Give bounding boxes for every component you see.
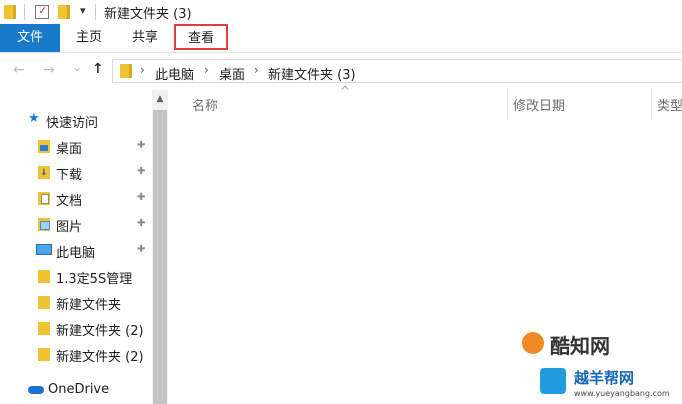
- nav-label: 1.3定5S管理: [56, 272, 133, 287]
- sort-ascending-icon: ^: [340, 84, 351, 98]
- download-folder-icon: ↓: [38, 166, 50, 179]
- pin-icon[interactable]: ✚: [137, 166, 145, 177]
- window-title: 新建文件夹 (3): [104, 7, 192, 22]
- nav-label: 新建文件夹: [56, 298, 122, 313]
- navigation-pane: ★ 快速访问 桌面 ✚ ↓ 下载 ✚ 文档 ✚ 图片 ✚ 此电脑 ✚ 1.3定5…: [0, 90, 168, 404]
- column-header-name[interactable]: 名称: [192, 95, 218, 114]
- nav-label: 新建文件夹 (2): [56, 350, 144, 365]
- title-bar: ✓ ▾ 新建文件夹 (3): [0, 0, 682, 24]
- watermark-url: www.yueyangbang.com: [574, 389, 670, 398]
- star-icon: ★: [28, 111, 40, 126]
- breadcrumb-current-folder[interactable]: 新建文件夹 (3): [268, 64, 356, 83]
- separator: [24, 4, 25, 20]
- desktop-folder-icon: [38, 140, 50, 153]
- folder-icon: [38, 270, 50, 283]
- nav-item-documents[interactable]: 文档 ✚: [0, 186, 150, 210]
- folder-icon: [4, 5, 16, 19]
- properties-icon[interactable]: ✓: [35, 4, 49, 19]
- breadcrumb-separator: ›: [140, 63, 145, 77]
- nav-item-folder[interactable]: 1.3定5S管理: [0, 264, 150, 288]
- logo-icon: [522, 332, 544, 354]
- column-divider[interactable]: [507, 90, 508, 118]
- back-button[interactable]: ←: [13, 62, 25, 78]
- folder-icon: [120, 64, 132, 78]
- nav-item-folder[interactable]: 新建文件夹 (2): [0, 316, 150, 340]
- separator: [95, 4, 96, 20]
- pin-icon[interactable]: ✚: [137, 244, 145, 255]
- breadcrumb-this-pc[interactable]: 此电脑: [155, 64, 194, 83]
- watermark-logo: 酷知网: [522, 326, 672, 360]
- up-button[interactable]: ↑: [92, 61, 104, 77]
- nav-label: 此电脑: [56, 246, 96, 261]
- pin-icon[interactable]: ✚: [137, 192, 145, 203]
- address-bar[interactable]: › 此电脑 › 桌面 › 新建文件夹 (3): [112, 59, 682, 83]
- new-folder-icon[interactable]: [58, 5, 70, 19]
- column-divider[interactable]: [651, 90, 652, 118]
- nav-item-pictures[interactable]: 图片 ✚: [0, 212, 150, 236]
- scrollbar-thumb[interactable]: [153, 110, 167, 404]
- tab-share[interactable]: 共享: [120, 24, 170, 52]
- nav-item-desktop[interactable]: 桌面 ✚: [0, 134, 150, 158]
- watermark-brand: 越羊帮网: [574, 369, 635, 387]
- tab-home[interactable]: 主页: [64, 24, 114, 52]
- nav-label: 文档: [56, 194, 83, 209]
- nav-item-folder[interactable]: 新建文件夹: [0, 290, 150, 314]
- folder-icon: [38, 296, 50, 309]
- tab-file[interactable]: 文件: [0, 24, 60, 52]
- breadcrumb-separator: ›: [204, 63, 209, 77]
- nav-item-downloads[interactable]: ↓ 下载 ✚: [0, 160, 150, 184]
- nav-label: 下载: [56, 168, 83, 183]
- wifi-logo-icon: [540, 368, 566, 394]
- pin-icon[interactable]: ✚: [137, 140, 145, 151]
- nav-item-onedrive[interactable]: OneDrive: [0, 378, 150, 402]
- cloud-icon: [28, 386, 44, 394]
- nav-label: 桌面: [56, 142, 83, 157]
- pictures-folder-icon: [38, 218, 50, 231]
- documents-folder-icon: [38, 192, 50, 205]
- column-header-date-modified[interactable]: 修改日期: [513, 95, 565, 114]
- forward-button[interactable]: →: [43, 62, 55, 78]
- folder-icon: [38, 322, 50, 335]
- customize-quick-access-icon[interactable]: ▾: [80, 4, 86, 17]
- this-pc-icon: [36, 244, 52, 255]
- column-header-type[interactable]: 类型: [657, 95, 682, 114]
- nav-item-this-pc[interactable]: 此电脑 ✚: [0, 238, 150, 262]
- nav-quick-access[interactable]: ★ 快速访问: [0, 108, 150, 132]
- nav-label: 快速访问: [46, 116, 99, 131]
- recent-locations-button[interactable]: ⌄: [72, 60, 82, 74]
- ribbon-tabs: 文件 主页 共享 查看: [0, 24, 682, 53]
- watermark-logo: 越羊帮网 www.yueyangbang.com: [540, 362, 682, 404]
- breadcrumb-separator: ›: [254, 63, 259, 77]
- nav-label: 新建文件夹 (2): [56, 324, 144, 339]
- pin-icon[interactable]: ✚: [137, 218, 145, 229]
- folder-icon: [38, 348, 50, 361]
- tab-view[interactable]: 查看: [174, 24, 228, 50]
- nav-label: OneDrive: [48, 382, 110, 397]
- scroll-up-arrow-icon[interactable]: ▲: [152, 92, 168, 106]
- nav-item-folder[interactable]: 新建文件夹 (2): [0, 342, 150, 366]
- nav-label: 图片: [56, 220, 83, 235]
- watermark-brand: 酷知网: [550, 334, 610, 358]
- breadcrumb-desktop[interactable]: 桌面: [219, 64, 245, 83]
